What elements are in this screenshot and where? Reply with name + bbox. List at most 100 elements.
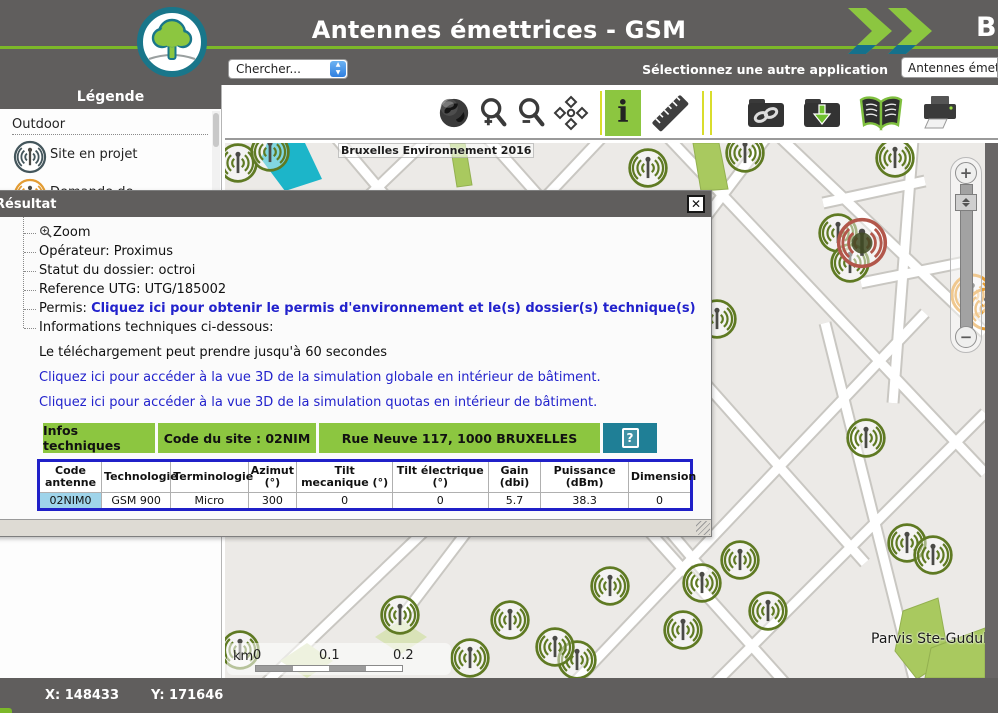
close-icon[interactable]: ✕ xyxy=(687,195,705,213)
legend-item-site-en-projet: Site en projet xyxy=(12,139,215,175)
antenna-marker-green[interactable] xyxy=(911,533,955,577)
documentation-button[interactable] xyxy=(858,95,904,131)
scale-bar: km 0 0.1 0.2 xyxy=(227,643,451,675)
col-header: Tilt mecanique (°) xyxy=(297,461,393,493)
print-button[interactable] xyxy=(920,94,960,132)
select-stepper-icon: ▲▼ xyxy=(330,61,346,77)
globe-button[interactable] xyxy=(437,96,471,130)
map-place-label: Parvis Ste-Gudule xyxy=(871,631,985,647)
help-button[interactable]: ? xyxy=(603,423,657,453)
antenna-marker-green[interactable] xyxy=(718,538,762,582)
zoom-in-icon xyxy=(477,96,511,130)
download-button[interactable] xyxy=(802,96,842,130)
antenna-code-cell[interactable]: 02NIM0 xyxy=(39,493,102,510)
tree-item-zoom[interactable]: Zoom xyxy=(23,223,711,242)
zoom-in-slider-button[interactable]: + xyxy=(955,162,977,184)
link-3d-global[interactable]: Cliquez ici pour accéder à la vue 3D de … xyxy=(39,370,711,385)
tree-item-status: Statut du dossier: octroi xyxy=(23,261,711,280)
app-window: Antennes émettrices - GSM B Chercher... … xyxy=(0,0,998,713)
antenna-marker-green[interactable] xyxy=(680,561,724,605)
pan-icon xyxy=(553,95,589,131)
identify-button[interactable]: i xyxy=(605,90,641,136)
help-icon: ? xyxy=(622,428,639,448)
antenna-marker-green[interactable] xyxy=(873,143,917,180)
antenna-marker-green[interactable] xyxy=(661,608,705,652)
scale-tick: 0.1 xyxy=(319,648,340,663)
application-select[interactable]: Antennes émettric xyxy=(901,57,998,78)
tree-item-operator: Opérateur: Proximus xyxy=(23,242,711,261)
antenna-marker-green[interactable] xyxy=(448,636,492,678)
result-tree: Zoom Opérateur: Proximus Statut du dossi… xyxy=(23,223,711,337)
tree-item-permit: Permis: Cliquez ici pour obtenir le perm… xyxy=(23,299,711,318)
zoom-tool-icon xyxy=(39,225,52,238)
antenna-marker-green[interactable] xyxy=(378,593,422,637)
ruler-icon xyxy=(647,90,693,136)
legend-item-label: Site en projet xyxy=(50,147,137,162)
link-folder-icon xyxy=(746,96,786,130)
zoom-slider: + − xyxy=(950,157,982,353)
antenna-marker-green[interactable] xyxy=(588,564,632,608)
tree-item-infos: Informations techniques ci-dessous: xyxy=(23,318,711,337)
search-select-value: Chercher... xyxy=(236,62,301,76)
antenna-marker-green[interactable] xyxy=(844,416,888,460)
popup-titlebar[interactable]: Résultat ✕ xyxy=(0,191,711,217)
search-select[interactable]: Chercher... ▲▼ xyxy=(228,59,348,79)
antenna-marker-green[interactable] xyxy=(533,625,577,669)
col-header: Puissance (dBm) xyxy=(541,461,628,493)
pan-button[interactable] xyxy=(553,95,589,131)
popup-resize-grip[interactable] xyxy=(696,521,710,535)
share-link-button[interactable] xyxy=(746,96,786,130)
col-header: Dimension xyxy=(628,461,691,493)
coordinate-y: Y: 171646 xyxy=(151,688,223,703)
book-icon xyxy=(858,95,904,131)
scale-tick: 0.2 xyxy=(393,648,414,663)
antenna-marker-green[interactable] xyxy=(723,143,767,175)
permit-link[interactable]: Cliquez ici pour obtenir le permis d'env… xyxy=(91,301,696,316)
zoom-out-slider-button[interactable]: − xyxy=(955,326,977,348)
globe-icon xyxy=(437,96,471,130)
legend-group-outdoor: Outdoor xyxy=(12,117,208,135)
zoom-out-icon xyxy=(515,96,549,130)
link-3d-quotas[interactable]: Cliquez ici pour accéder à la vue 3D de … xyxy=(39,395,711,410)
scale-segments xyxy=(255,665,403,672)
select-app-label: Sélectionnez une autre application xyxy=(642,62,888,77)
antenna-marker-green[interactable] xyxy=(746,589,790,633)
col-header: Code antenne xyxy=(39,461,102,493)
map-copyright: Bruxelles Environnement 2016 xyxy=(338,143,534,158)
address-cell: Rue Neuve 117, 1000 BRUXELLES xyxy=(319,423,600,453)
antenna-icon xyxy=(12,139,48,175)
infos-techniques-cell: Infos techniques xyxy=(43,423,155,453)
antenna-marker-selected[interactable] xyxy=(834,215,890,271)
col-header: Gain (dbi) xyxy=(488,461,541,493)
environment-logo-icon xyxy=(137,7,207,77)
table-header-row: Code antenne Technologie Terminologie Az… xyxy=(39,461,692,493)
coordinate-x: X: 148433 xyxy=(45,688,119,703)
status-bar: X: 148433 Y: 171646 xyxy=(0,678,998,713)
bottom-corner-accent xyxy=(0,708,12,713)
download-notice: Le téléchargement peut prendre jusqu'à 6… xyxy=(39,345,711,360)
zoom-out-button[interactable] xyxy=(515,96,549,130)
header: Antennes émettrices - GSM B Chercher... … xyxy=(0,0,998,85)
tree-item-reference: Reference UTG: UTG/185002 xyxy=(23,280,711,299)
toolbar-separator xyxy=(600,91,602,135)
legend-title: Légende xyxy=(0,85,221,109)
antenna-marker-green[interactable] xyxy=(248,143,292,174)
toolbar-separator xyxy=(710,91,712,135)
col-header: Terminologie xyxy=(171,461,248,493)
popup-body: Zoom Opérateur: Proximus Statut du dossi… xyxy=(0,217,711,520)
application-select-value: Antennes émettric xyxy=(908,61,998,75)
download-folder-icon xyxy=(802,96,842,130)
measure-button[interactable] xyxy=(647,90,693,136)
site-info-header: Infos techniques Code du site : 02NIM Ru… xyxy=(43,423,711,453)
zoom-in-button[interactable] xyxy=(477,96,511,130)
info-icon: i xyxy=(617,98,628,128)
col-header: Azimut (°) xyxy=(248,461,297,493)
popup-title: Résultat xyxy=(0,197,56,212)
toolbar-separator xyxy=(702,91,704,135)
antenna-marker-green[interactable] xyxy=(626,146,670,190)
popup-horizontal-scrollbar[interactable] xyxy=(0,519,711,536)
brand-text: B xyxy=(976,12,997,43)
antenna-marker-green[interactable] xyxy=(488,598,532,642)
zoom-slider-handle[interactable] xyxy=(955,194,977,211)
scale-unit: km xyxy=(233,649,253,664)
